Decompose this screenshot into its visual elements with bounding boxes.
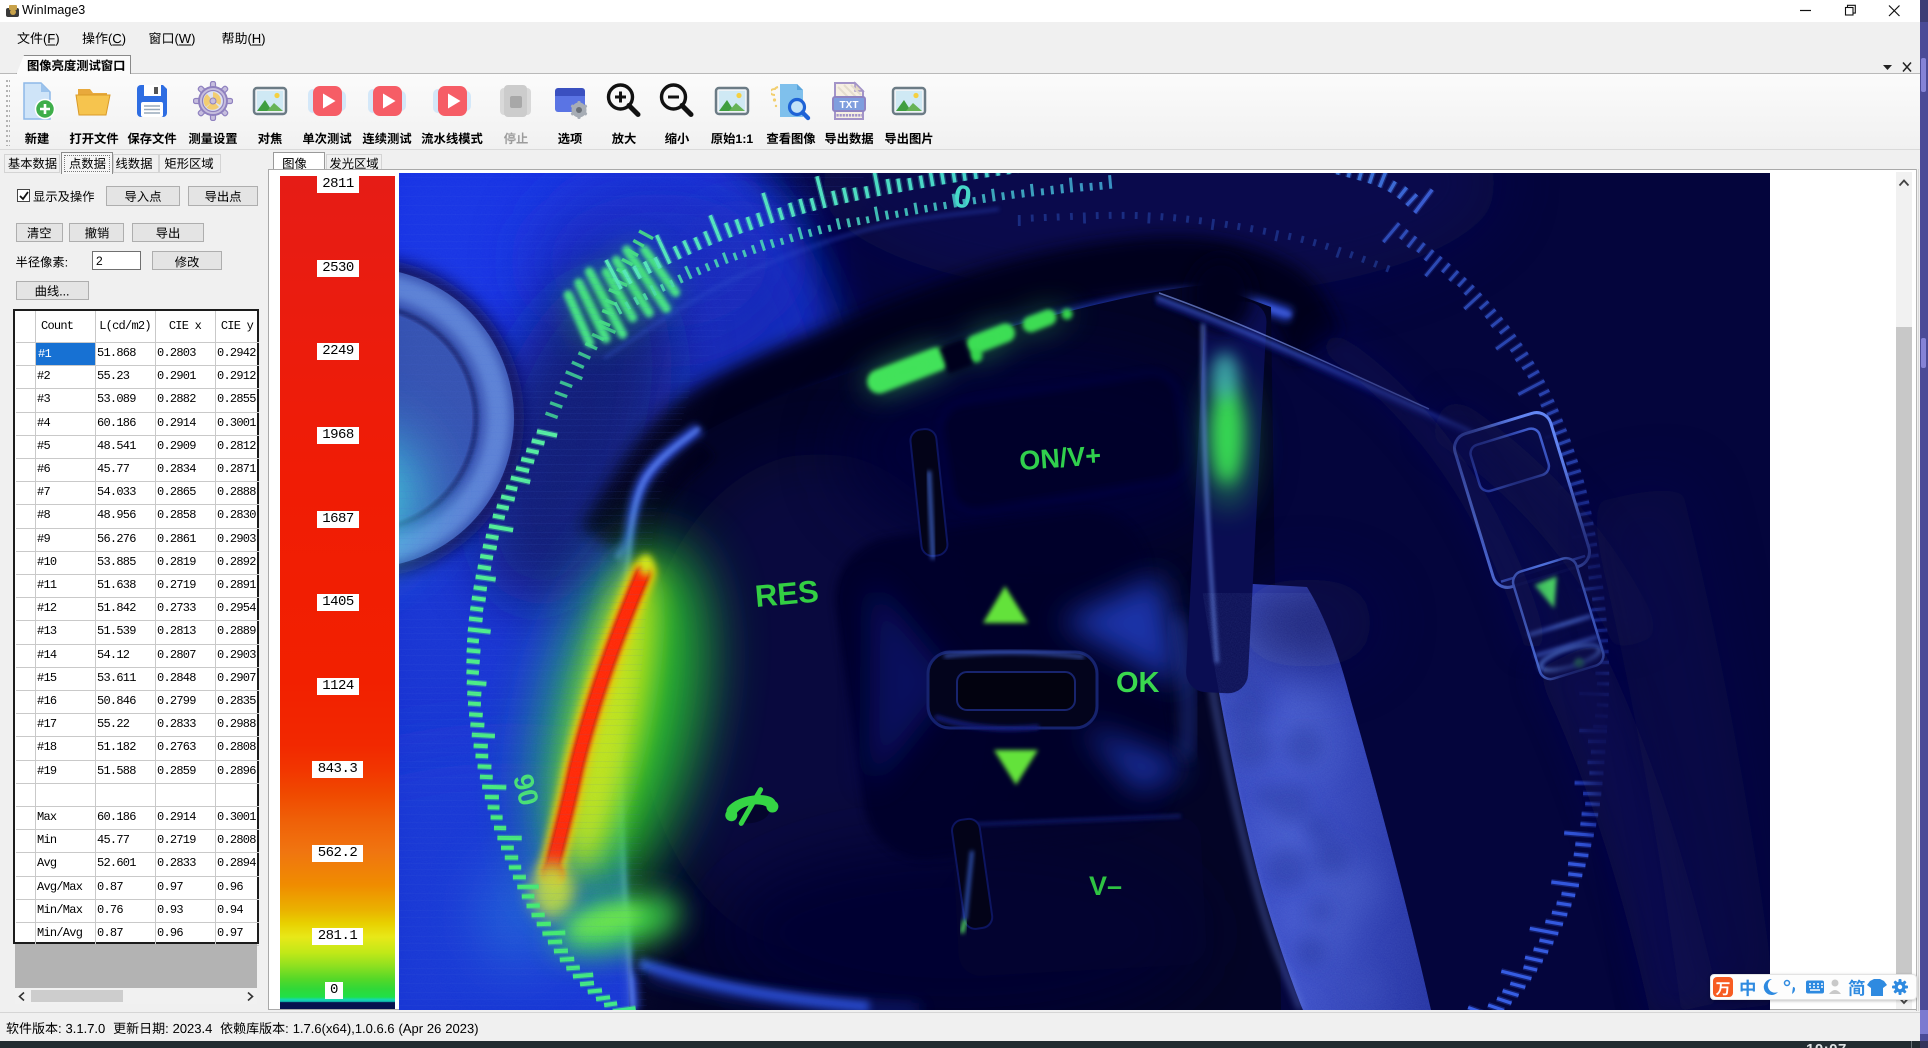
svg-text:V–: V– <box>1089 871 1122 901</box>
svg-text:TXT: TXT <box>840 100 859 111</box>
svg-text:ON/V+: ON/V+ <box>1018 440 1102 476</box>
svg-text:OK: OK <box>1116 667 1160 699</box>
